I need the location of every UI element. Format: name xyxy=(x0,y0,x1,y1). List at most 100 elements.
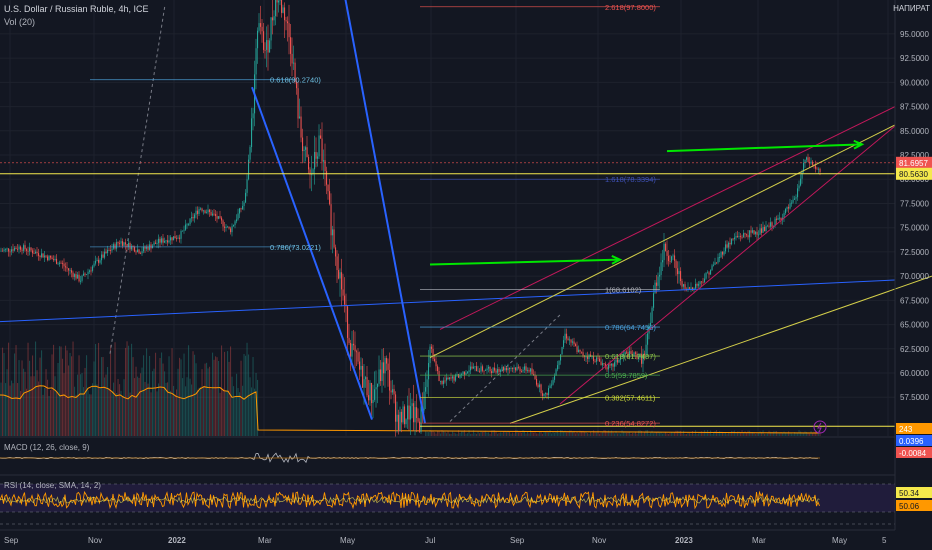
candle-body xyxy=(279,0,281,1)
candle-body xyxy=(90,270,92,272)
candle-body xyxy=(527,370,529,371)
candle-body xyxy=(714,262,716,265)
candle-body xyxy=(80,280,82,282)
candle-body xyxy=(473,366,475,369)
candle-body xyxy=(228,226,230,229)
candle-body xyxy=(402,406,404,423)
candle-body xyxy=(185,224,187,230)
candle-body xyxy=(164,240,166,243)
volume-bar xyxy=(209,366,211,436)
x-tick-label: Sep xyxy=(510,536,525,545)
volume-bar xyxy=(221,345,223,436)
volume-bar xyxy=(210,389,212,436)
volume-bar xyxy=(207,368,209,436)
volume-bar xyxy=(240,360,242,436)
candle-body xyxy=(767,225,769,227)
candle-body xyxy=(761,228,763,233)
volume-bar xyxy=(236,373,238,436)
volume-bar xyxy=(102,357,104,436)
candle-body xyxy=(768,225,770,227)
volume-bar xyxy=(648,433,650,436)
rsi-badge-text: 50.34 xyxy=(899,489,920,498)
volume-bar xyxy=(617,433,619,436)
candle-body xyxy=(219,216,221,218)
candle-body xyxy=(33,253,35,255)
macd-badge-text: -0.0084 xyxy=(899,449,927,458)
volume-bar xyxy=(56,392,58,436)
volume-bar xyxy=(201,369,203,436)
candle-body xyxy=(183,229,185,231)
candle-body xyxy=(141,251,143,254)
candle-body xyxy=(758,234,760,236)
y-tick-label: 77.5000 xyxy=(900,199,929,208)
candle-body xyxy=(747,235,749,238)
candle-body xyxy=(603,363,605,364)
candle-body xyxy=(651,307,653,323)
volume-bar xyxy=(575,433,577,436)
candle-body xyxy=(237,213,239,220)
candle-body xyxy=(401,411,403,423)
candle-body xyxy=(39,255,41,258)
candle-body xyxy=(122,241,124,246)
volume-bar xyxy=(470,433,472,436)
candle-body xyxy=(45,255,47,257)
candle-body xyxy=(495,370,497,373)
volume-bar xyxy=(773,431,775,436)
candle-body xyxy=(425,387,427,392)
volume-bar xyxy=(699,432,701,436)
candle-body xyxy=(557,365,559,370)
candle-body xyxy=(699,281,701,285)
candle-body xyxy=(60,262,62,264)
volume-bar xyxy=(230,346,232,436)
volume-bar xyxy=(246,342,248,436)
volume-bar xyxy=(195,363,197,436)
candle-body xyxy=(59,262,61,264)
candle-body xyxy=(594,360,596,362)
volume-bar xyxy=(702,432,704,436)
candle-body xyxy=(71,270,73,273)
volume-bar xyxy=(489,433,491,436)
candle-body xyxy=(21,249,23,251)
volume-bar xyxy=(719,431,721,436)
volume-bar xyxy=(72,341,74,436)
candle-body xyxy=(705,272,707,279)
volume-bar xyxy=(656,432,658,436)
macd-label: MACD (12, 26, close, 9) xyxy=(4,443,90,452)
candle-body xyxy=(48,255,50,261)
volume-bar xyxy=(213,359,215,436)
candle-body xyxy=(494,367,496,371)
candle-body xyxy=(107,249,109,254)
candle-body xyxy=(744,233,746,235)
candle-body xyxy=(488,366,490,369)
volume-bar xyxy=(506,432,508,436)
candle-body xyxy=(816,168,818,170)
candle-body xyxy=(453,376,455,381)
volume-bar xyxy=(668,433,670,436)
candle-body xyxy=(596,357,598,362)
volume-bar xyxy=(477,431,479,436)
volume-bar xyxy=(513,433,515,436)
candle-body xyxy=(729,242,731,245)
volume-bar xyxy=(662,433,664,436)
candle-body xyxy=(201,208,203,211)
chart-canvas[interactable]: 0.618(90.2740) 0.786(73.0221) 2.618(97.800… xyxy=(0,0,932,550)
volume-bar xyxy=(188,345,190,436)
volume-bar xyxy=(212,352,214,436)
candle-body xyxy=(663,243,665,261)
volume-bar xyxy=(665,432,667,436)
volume-bar xyxy=(680,430,682,436)
candle-body xyxy=(42,253,44,258)
volume-bar xyxy=(171,348,173,436)
grid xyxy=(0,0,932,550)
candle-body xyxy=(173,236,175,241)
candle-body xyxy=(735,236,737,238)
volume-bar xyxy=(159,358,161,436)
candle-body xyxy=(386,357,388,364)
volume-bar xyxy=(602,431,604,436)
candle-body xyxy=(446,377,448,381)
volume-bar xyxy=(545,431,547,436)
candle-body xyxy=(15,247,17,249)
candle-body xyxy=(387,363,389,370)
volume-bar xyxy=(3,353,5,436)
candle-body xyxy=(351,343,353,357)
